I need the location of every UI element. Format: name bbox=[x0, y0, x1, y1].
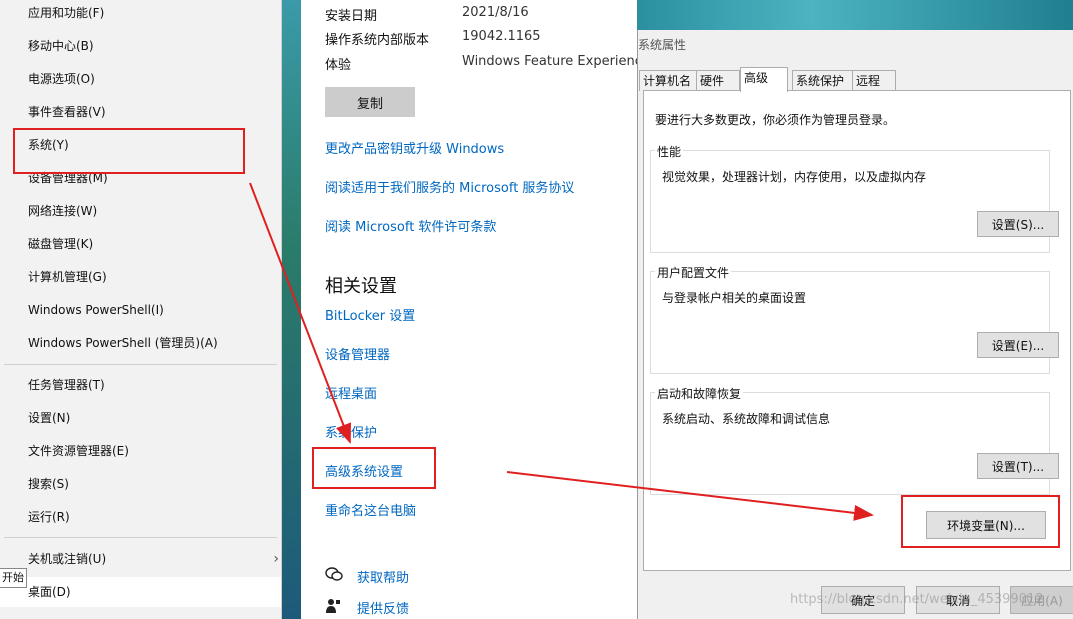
arrow-advanced-to-env bbox=[506, 471, 874, 521]
watermark: https://blog.csdn.net/weixin_45399012 bbox=[790, 592, 1044, 607]
annotation-arrows bbox=[249, 182, 874, 521]
arrow-system-to-advanced bbox=[249, 182, 351, 444]
tab-advanced[interactable]: 高级 bbox=[740, 67, 788, 92]
